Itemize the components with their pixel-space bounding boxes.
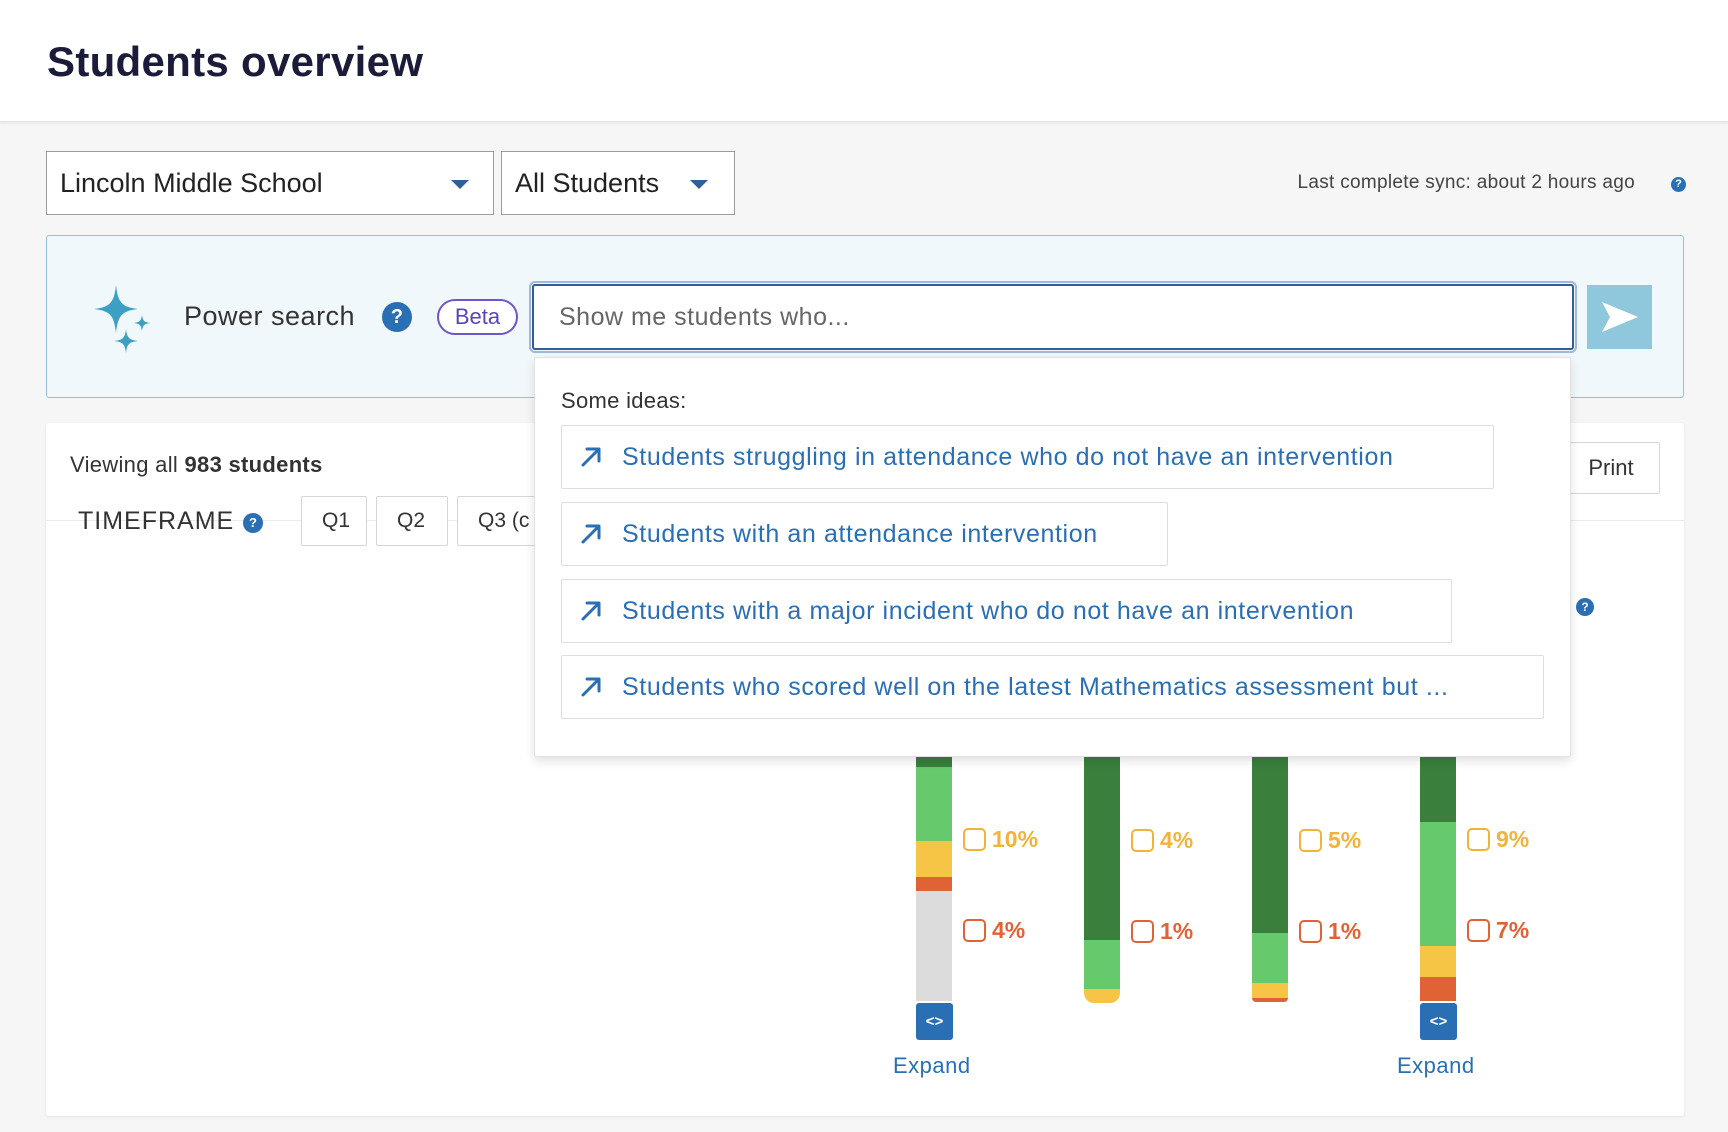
bar-segment-yellow [1252,983,1288,998]
sync-value: about 2 hours ago [1476,172,1635,193]
caret-down-icon [690,180,708,189]
checkbox[interactable] [1131,920,1154,943]
bar-4-red-pct[interactable]: 7% [1467,917,1529,944]
expand-link[interactable]: Expand [893,1053,971,1079]
bar-segment-yellow [1420,946,1456,977]
timeframe-label: TIMEFRAME [78,507,235,535]
question-circle-icon[interactable]: ? [382,302,412,332]
bar-2-red-pct[interactable]: 1% [1131,918,1193,945]
bar-1-yellow-pct[interactable]: 10% [963,826,1038,853]
expand-link[interactable]: Expand [1397,1053,1475,1079]
checkbox[interactable] [963,828,986,851]
bar-segment-gray [916,891,952,1001]
bar-segment-yellow [1084,989,1120,1003]
code-brackets-icon[interactable]: <> [916,1003,953,1040]
bar-segment-red [1420,977,1456,1001]
pct-label: 4% [1160,827,1194,853]
bar-1-red-pct[interactable]: 4% [963,917,1025,944]
suggestion-item[interactable]: Students with a major incident who do no… [561,579,1452,643]
suggestion-item[interactable]: Students struggling in attendance who do… [561,425,1494,489]
suggestion-text: Students who scored well on the latest M… [622,672,1449,701]
checkbox[interactable] [1131,829,1154,852]
page-title: Students overview [47,38,424,85]
pct-label: 7% [1496,917,1530,943]
power-search-input[interactable] [529,281,1577,353]
ideas-title: Some ideas: [561,388,687,413]
school-select-value: Lincoln Middle School [60,167,323,198]
pct-label: 5% [1328,827,1362,853]
student-group-select-value: All Students [515,167,660,198]
suggestion-text: Students with an attendance intervention [622,519,1098,548]
checkbox[interactable] [963,919,986,942]
caret-down-icon [451,180,469,189]
code-brackets-icon[interactable]: <> [1420,1003,1457,1040]
arrow-up-right-icon [581,447,601,467]
arrow-up-right-icon [581,524,601,544]
bar-3-red-pct[interactable]: 1% [1299,918,1361,945]
suggestion-text: Students with a major incident who do no… [622,596,1355,625]
pct-label: 9% [1496,826,1530,852]
bar-segment-red [1252,998,1288,1002]
question-circle-icon[interactable]: ? [1671,177,1686,192]
bar-3 [1252,740,1288,1002]
bar-2 [1084,740,1120,1003]
checkbox[interactable] [1467,828,1490,851]
bar-segment-light-green [1084,940,1120,989]
timeframe-q2[interactable]: Q2 [376,496,448,546]
power-search-label: Power search [184,301,356,331]
bar-4-yellow-pct[interactable]: 9% [1467,826,1529,853]
bar-2-yellow-pct[interactable]: 4% [1131,827,1193,854]
bar-4 [1420,740,1456,1001]
checkbox[interactable] [1299,920,1322,943]
bar-segment-dark-green [1084,740,1120,940]
print-button[interactable]: Print [1562,442,1660,494]
bar-1 [916,740,952,1001]
question-circle-icon[interactable]: ? [1576,598,1594,616]
suggestion-item[interactable]: Students who scored well on the latest M… [561,655,1544,719]
sparkle-icon [94,285,150,353]
viewing-count: Viewing all 983 students [70,452,323,478]
arrow-up-right-icon [581,601,601,621]
pct-label: 10% [992,826,1039,852]
bar-3-yellow-pct[interactable]: 5% [1299,827,1361,854]
pct-label: 4% [992,917,1026,943]
suggestion-text: Students struggling in attendance who do… [622,442,1394,471]
sync-status: Last complete sync: about 2 hours ago [1298,172,1636,194]
student-count: 983 students [184,452,323,477]
checkbox[interactable] [1299,829,1322,852]
pct-label: 1% [1160,918,1194,944]
bar-segment-light-green [1420,822,1456,946]
bar-segment-light-green [1252,933,1288,983]
viewing-prefix: Viewing all [70,452,179,477]
sync-label: Last complete sync: [1297,172,1472,193]
beta-badge: Beta [437,299,518,335]
bar-segment-light-green [916,767,952,841]
school-select[interactable]: Lincoln Middle School [46,151,494,215]
pct-label: 1% [1328,918,1362,944]
timeframe-q1[interactable]: Q1 [301,496,367,546]
send-arrow-icon [1601,302,1638,332]
arrow-up-right-icon [581,677,601,697]
student-group-select[interactable]: All Students [501,151,735,215]
bar-segment-red [916,877,952,891]
bar-segment-dark-green [1252,740,1288,933]
send-button[interactable] [1587,285,1652,349]
bar-segment-yellow [916,841,952,877]
question-circle-icon[interactable]: ? [243,513,263,533]
suggestion-item[interactable]: Students with an attendance intervention [561,502,1168,566]
checkbox[interactable] [1467,919,1490,942]
page-header: Students overview [0,0,1728,122]
